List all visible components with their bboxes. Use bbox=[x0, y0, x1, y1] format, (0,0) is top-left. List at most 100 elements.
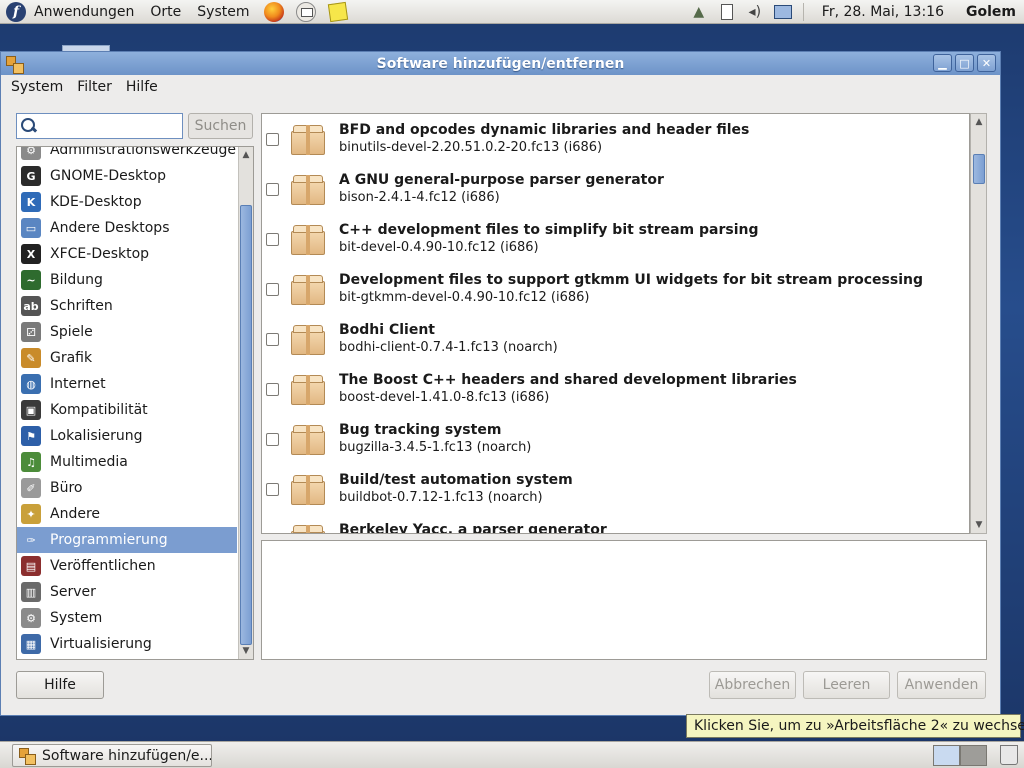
close-button[interactable]: ✕ bbox=[977, 54, 996, 72]
package-row[interactable]: Bug tracking system bugzilla-3.4.5-1.fc13… bbox=[262, 414, 969, 464]
package-checkbox[interactable] bbox=[266, 432, 279, 446]
package-text: BFD and opcodes dynamic libraries and he… bbox=[339, 121, 749, 156]
trash-icon[interactable] bbox=[1000, 745, 1018, 765]
menu-system-window[interactable]: System bbox=[4, 79, 70, 95]
category-item[interactable]: ✑ Programmierung bbox=[17, 527, 237, 553]
package-manager-icon[interactable] bbox=[5, 55, 24, 74]
category-item[interactable]: ♫ Multimedia bbox=[17, 449, 237, 475]
package-name: bison-2.4.1-4.fc12 (i686) bbox=[339, 190, 500, 205]
package-row[interactable]: C++ development files to simplify bit st… bbox=[262, 214, 969, 264]
category-item[interactable]: ✦ Andere bbox=[17, 501, 237, 527]
category-item[interactable]: ⚙ System bbox=[17, 605, 237, 631]
category-item[interactable]: G GNOME-Desktop bbox=[17, 163, 237, 189]
monitor-chart-icon: ~ bbox=[21, 270, 41, 290]
minimize-button[interactable]: ▁ bbox=[933, 54, 952, 72]
category-item[interactable]: ▥ Server bbox=[17, 579, 237, 605]
update-tree-icon[interactable]: ▲ bbox=[688, 2, 710, 22]
category-item[interactable]: ▭ Andere Desktops bbox=[17, 215, 237, 241]
cancel-button[interactable]: Abbrechen bbox=[709, 671, 796, 699]
category-item[interactable]: ✎ Grafik bbox=[17, 345, 237, 371]
package-row[interactable]: Build/test automation system buildbot-0.7… bbox=[262, 464, 969, 514]
flag-icon: ⚑ bbox=[21, 426, 41, 446]
package-summary: A GNU general-purpose parser generator bbox=[339, 172, 664, 188]
network-icon[interactable] bbox=[772, 2, 794, 22]
package-row[interactable]: Bodhi Client bodhi-client-0.7.4-1.fc13 (n… bbox=[262, 314, 969, 364]
taskbar-window-button[interactable]: Software hinzufügen/e... bbox=[12, 744, 212, 767]
category-item[interactable]: ◍ Internet bbox=[17, 371, 237, 397]
category-item[interactable]: K KDE-Desktop bbox=[17, 189, 237, 215]
package-row[interactable]: Development files to support gtkmm UI wi… bbox=[262, 264, 969, 314]
virtualization-icon: ▦ bbox=[21, 634, 41, 654]
category-item[interactable]: ab Schriften bbox=[17, 293, 237, 319]
scroll-down-icon[interactable]: ▼ bbox=[973, 518, 985, 532]
category-item[interactable]: ⚂ Spiele bbox=[17, 319, 237, 345]
menu-places[interactable]: Orte bbox=[142, 0, 189, 24]
category-item[interactable]: ▣ Kompatibilität bbox=[17, 397, 237, 423]
scroll-up-icon[interactable]: ▲ bbox=[240, 148, 252, 162]
search-field[interactable] bbox=[16, 113, 183, 139]
menu-filter[interactable]: Filter bbox=[70, 79, 119, 95]
kde-icon: K bbox=[21, 192, 41, 212]
menu-applications[interactable]: Anwendungen bbox=[26, 0, 142, 24]
package-text: Build/test automation system buildbot-0.7… bbox=[339, 471, 573, 506]
package-row[interactable]: A GNU general-purpose parser generator bi… bbox=[262, 164, 969, 214]
package-row[interactable]: BFD and opcodes dynamic libraries and he… bbox=[262, 114, 969, 164]
tray-separator bbox=[802, 3, 804, 21]
scroll-down-icon[interactable]: ▼ bbox=[240, 644, 252, 658]
package-summary: Bug tracking system bbox=[339, 422, 502, 438]
package-row[interactable]: The Boost C++ headers and shared develop… bbox=[262, 364, 969, 414]
category-label: Spiele bbox=[50, 324, 93, 340]
window-titlebar[interactable]: Software hinzufügen/entfernen ▁ □ ✕ bbox=[1, 52, 1000, 75]
category-item[interactable]: ▤ Veröffentlichen bbox=[17, 553, 237, 579]
package-box-icon bbox=[290, 523, 326, 533]
clear-button[interactable]: Leeren bbox=[803, 671, 890, 699]
package-checkbox[interactable] bbox=[266, 382, 279, 396]
window-controls: ▁ □ ✕ bbox=[933, 54, 996, 72]
category-label: Veröffentlichen bbox=[50, 558, 156, 574]
category-item[interactable]: ⚙ Administrationswerkzeuge bbox=[17, 147, 237, 163]
workspace-1[interactable] bbox=[933, 745, 960, 766]
category-item[interactable]: ⚑ Lokalisierung bbox=[17, 423, 237, 449]
notes-launcher[interactable] bbox=[326, 1, 350, 23]
scroll-up-icon[interactable]: ▲ bbox=[973, 115, 985, 129]
package-checkbox[interactable] bbox=[266, 232, 279, 246]
package-box-icon bbox=[290, 423, 326, 455]
help-button[interactable]: Hilfe bbox=[16, 671, 104, 699]
system-gear-icon: ⚙ bbox=[21, 608, 41, 628]
package-box-icon bbox=[290, 273, 326, 305]
menu-system[interactable]: System bbox=[189, 0, 257, 24]
package-checkbox[interactable] bbox=[266, 332, 279, 346]
category-item[interactable]: ▦ Virtualisierung bbox=[17, 631, 237, 657]
menu-help[interactable]: Hilfe bbox=[119, 79, 165, 95]
category-item[interactable]: ~ Bildung bbox=[17, 267, 237, 293]
package-checkbox[interactable] bbox=[266, 482, 279, 496]
workspace-2[interactable] bbox=[960, 745, 987, 766]
package-summary: The Boost C++ headers and shared develop… bbox=[339, 372, 797, 388]
package-checkbox[interactable] bbox=[266, 282, 279, 296]
battery-icon[interactable] bbox=[716, 2, 738, 22]
category-item[interactable]: ✐ Büro bbox=[17, 475, 237, 501]
package-scrollbar[interactable]: ▲ ▼ bbox=[970, 113, 987, 534]
search-icon bbox=[20, 117, 38, 135]
category-scrollbar[interactable]: ▲ ▼ bbox=[238, 147, 253, 659]
floppy-icon: ▣ bbox=[21, 400, 41, 420]
search-button[interactable]: Suchen bbox=[188, 113, 253, 139]
package-scroll-thumb[interactable] bbox=[973, 154, 985, 184]
maximize-button[interactable]: □ bbox=[955, 54, 974, 72]
user-name[interactable]: Golem bbox=[956, 4, 1024, 20]
firefox-launcher[interactable] bbox=[262, 1, 286, 23]
category-scroll-thumb[interactable] bbox=[240, 205, 252, 645]
package-box-icon bbox=[290, 123, 326, 155]
package-checkbox[interactable] bbox=[266, 182, 279, 196]
package-checkbox[interactable] bbox=[266, 132, 279, 146]
package-checkbox[interactable] bbox=[266, 532, 279, 533]
apply-button[interactable]: Anwenden bbox=[897, 671, 986, 699]
category-item[interactable]: X XFCE-Desktop bbox=[17, 241, 237, 267]
package-row[interactable]: Berkeley Yacc, a parser generator bbox=[262, 514, 969, 533]
evolution-launcher[interactable] bbox=[294, 1, 318, 23]
search-input[interactable] bbox=[40, 118, 180, 134]
clock[interactable]: Fr, 28. Mai, 13:16 bbox=[810, 4, 956, 20]
package-summary: BFD and opcodes dynamic libraries and he… bbox=[339, 122, 750, 138]
package-summary: Development files to support gtkmm UI wi… bbox=[339, 272, 923, 288]
volume-icon[interactable]: ◂) bbox=[744, 2, 766, 22]
